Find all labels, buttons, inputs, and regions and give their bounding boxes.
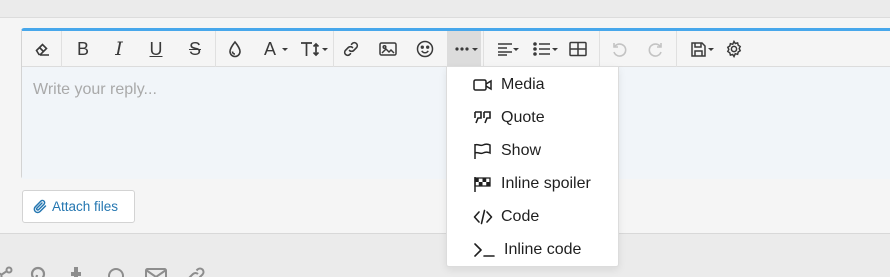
menu-item-label: Inline spoiler: [501, 174, 591, 192]
toolbar-separator: [215, 31, 216, 67]
menu-item-quote[interactable]: Quote: [447, 101, 618, 134]
toolbar-separator: [676, 31, 677, 67]
droplet-icon: [229, 40, 241, 58]
chevron-down-icon: [282, 48, 288, 51]
gear-icon: [726, 40, 742, 58]
link-icon: [343, 41, 359, 57]
list-icon: [533, 42, 550, 56]
toolbar-separator: [599, 31, 600, 67]
align-left-icon: [498, 43, 512, 56]
list-button[interactable]: [525, 31, 559, 67]
italic-icon: I: [115, 37, 123, 60]
toggle-bbcode-button[interactable]: [719, 31, 749, 67]
font-icon: A: [263, 39, 276, 59]
strikethrough-icon: S: [188, 39, 201, 59]
toolbar-separator: [61, 31, 62, 67]
menu-item-label: Show: [501, 141, 542, 159]
insert-image-button[interactable]: [373, 31, 403, 67]
align-button[interactable]: [488, 31, 522, 67]
chevron-down-icon: [472, 48, 478, 51]
menu-item-inline-code[interactable]: Inline code: [447, 233, 618, 266]
menu-item-show[interactable]: Show: [447, 134, 618, 167]
chevron-down-icon: [708, 48, 714, 51]
reply-placeholder: Write your reply...: [33, 81, 157, 98]
menu-item-label: Quote: [501, 108, 545, 126]
eraser-icon: [35, 43, 49, 56]
text-size-icon: [301, 42, 320, 57]
more-options-menu: Media Quote Show Inline spoiler Code Inl…: [446, 66, 619, 267]
redo-icon: [648, 43, 662, 57]
insert-link-button[interactable]: [336, 31, 366, 67]
share-buttons-row: [0, 262, 220, 277]
menu-item-media[interactable]: Media: [447, 68, 618, 101]
menu-item-code[interactable]: Code: [447, 200, 618, 233]
chevron-down-icon: [322, 48, 328, 51]
menu-item-label: Code: [501, 207, 540, 225]
page-top-strip: [0, 0, 890, 17]
smile-icon: [416, 40, 434, 58]
save-icon: [690, 41, 706, 57]
undo-button[interactable]: [604, 31, 634, 67]
editor-toolbar: B I U S A: [22, 31, 890, 67]
bold-icon: B: [76, 39, 89, 59]
underline-icon: U: [149, 39, 163, 59]
code-icon: [473, 209, 493, 224]
checkered-flag-icon: [474, 176, 491, 192]
italic-button[interactable]: I: [104, 31, 134, 67]
email-icon[interactable]: [145, 266, 167, 277]
video-camera-icon: [473, 78, 492, 91]
text-color-button[interactable]: [220, 31, 250, 67]
chevron-down-icon: [552, 48, 558, 51]
menu-item-label: Media: [501, 75, 545, 93]
ellipsis-icon: [455, 47, 469, 51]
attach-files-label: Attach files: [52, 199, 119, 214]
whatsapp-icon[interactable]: [106, 266, 126, 277]
quote-icon: [474, 110, 491, 123]
redo-button[interactable]: [641, 31, 671, 67]
more-options-button[interactable]: [447, 31, 481, 67]
font-size-button[interactable]: [293, 31, 329, 67]
image-icon: [379, 42, 397, 56]
drafts-button[interactable]: [681, 31, 715, 67]
attach-files-button[interactable]: Attach files: [22, 190, 135, 223]
remove-format-button[interactable]: [27, 31, 57, 67]
insert-table-button[interactable]: [563, 31, 593, 67]
tumblr-icon[interactable]: [66, 266, 86, 277]
share-icon[interactable]: [0, 266, 14, 277]
bold-button[interactable]: B: [68, 31, 98, 67]
toolbar-separator: [483, 31, 484, 67]
font-family-button[interactable]: A: [256, 31, 292, 67]
pinterest-icon[interactable]: [28, 266, 48, 277]
toolbar-separator: [333, 31, 334, 67]
menu-item-label: Inline code: [504, 240, 582, 258]
menu-item-inline-spoiler[interactable]: Inline spoiler: [447, 167, 618, 200]
chevron-down-icon: [513, 48, 519, 51]
link-icon[interactable]: [186, 266, 206, 277]
paperclip-icon: [33, 199, 47, 214]
smilies-button[interactable]: [410, 31, 440, 67]
strikethrough-button[interactable]: S: [180, 31, 210, 67]
undo-icon: [613, 43, 627, 57]
terminal-icon: [474, 242, 495, 257]
underline-button[interactable]: U: [141, 31, 171, 67]
table-icon: [569, 41, 587, 57]
flag-icon: [474, 142, 491, 159]
